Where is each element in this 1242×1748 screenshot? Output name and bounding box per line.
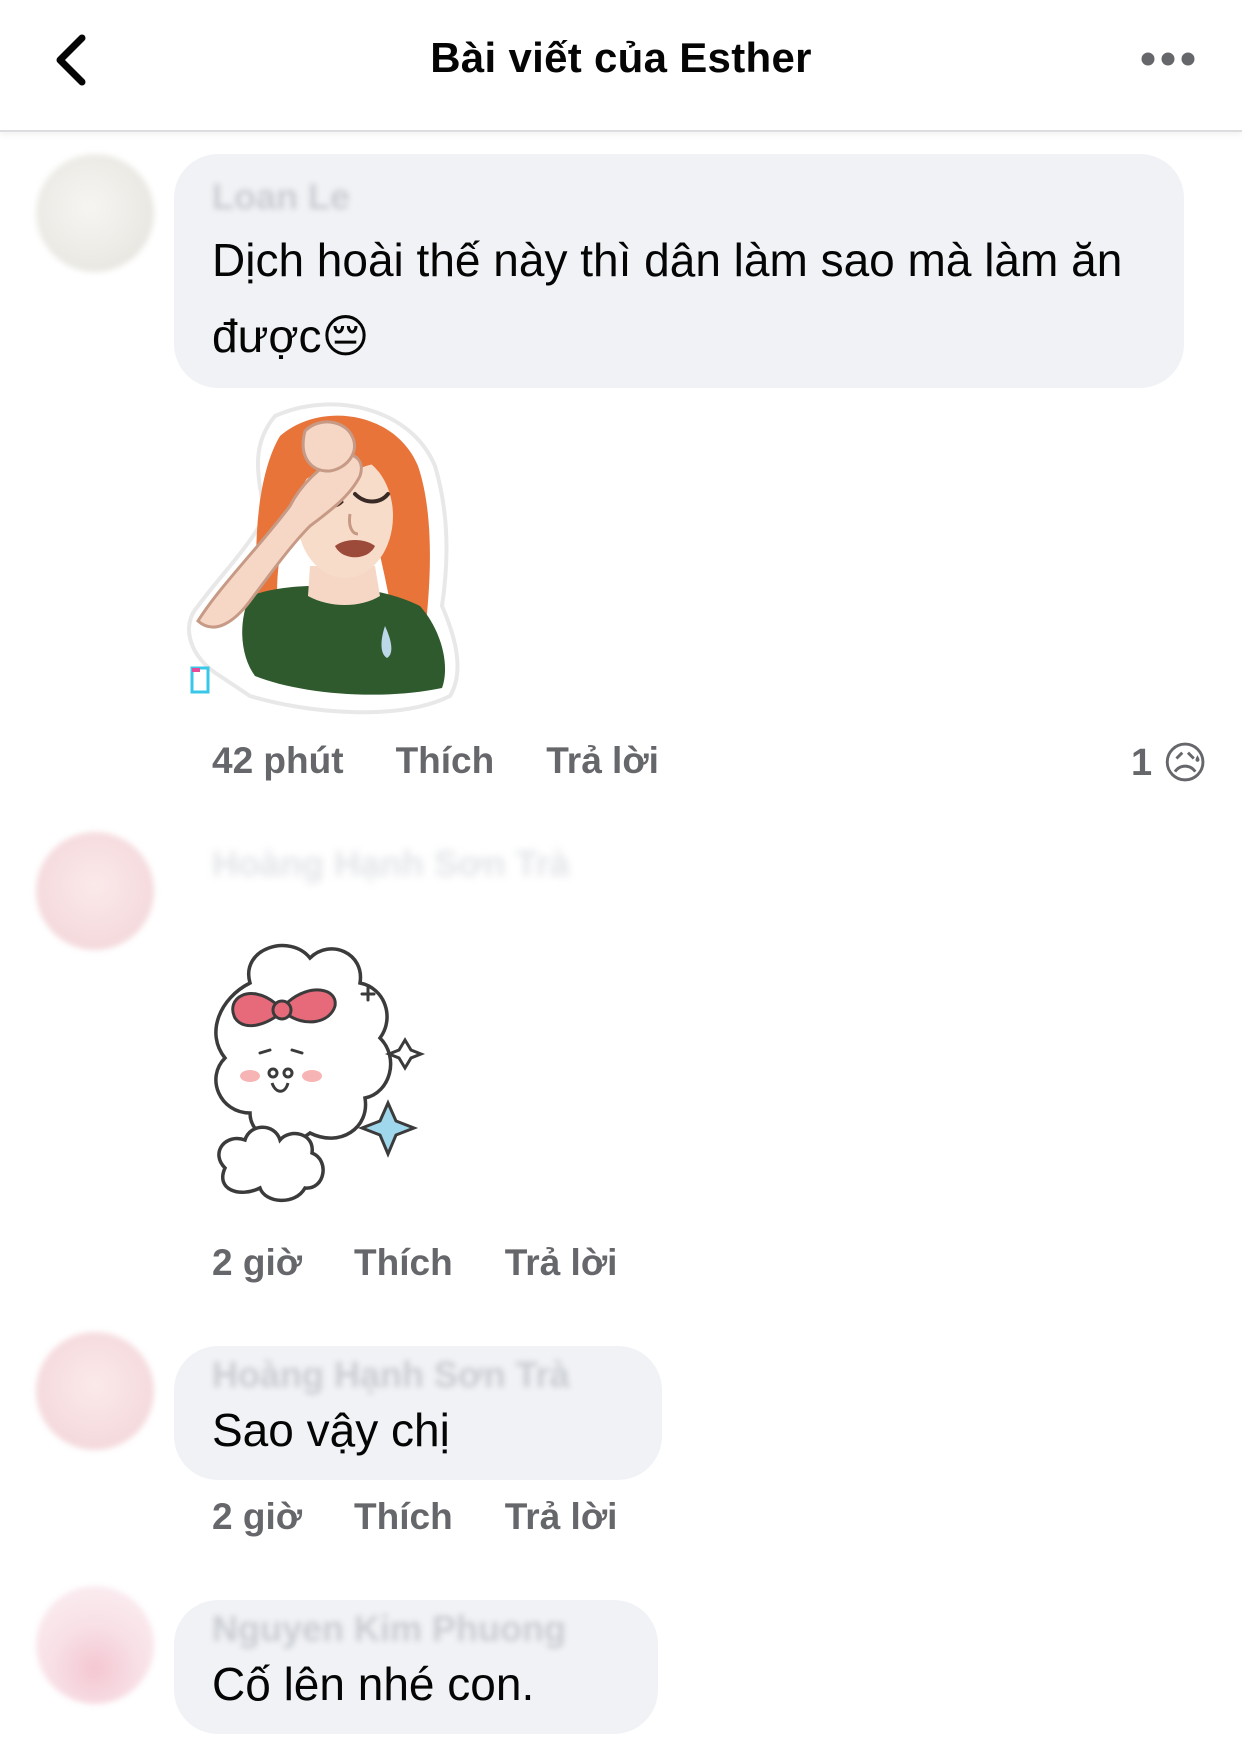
- reply-button[interactable]: Trả lời: [546, 740, 659, 782]
- comment-bubble: Loan Le Dịch hoài thế này thì dân làm sa…: [174, 154, 1184, 388]
- comment-timestamp: 2 giờ: [212, 1242, 303, 1283]
- reply-button[interactable]: Trả lời: [505, 1242, 618, 1284]
- top-bar: Bài viết của Esther: [0, 0, 1242, 132]
- comment-text: Sao vậy chị: [212, 1404, 450, 1456]
- like-button[interactable]: Thích: [354, 1496, 453, 1538]
- sad-reaction-icon: 😥: [1162, 739, 1208, 788]
- comment-author[interactable]: Hoàng Hạnh Sơn Trà: [212, 843, 570, 885]
- avatar[interactable]: [36, 1586, 154, 1704]
- like-button[interactable]: Thích: [354, 1242, 453, 1284]
- reaction-count: 1: [1130, 742, 1153, 784]
- comment-actions: 2 giờ Thích Trả lời: [212, 1496, 617, 1538]
- comment-timestamp: 42 phút: [212, 740, 344, 781]
- comment-sticker[interactable]: [180, 396, 500, 716]
- comment-actions: 2 giờ Thích Trả lời: [212, 1242, 617, 1284]
- comment-sticker[interactable]: [180, 928, 480, 1228]
- comment-timestamp: 2 giờ: [212, 1496, 303, 1537]
- comment-text: Cố lên nhé con.: [212, 1658, 535, 1710]
- like-button[interactable]: Thích: [396, 740, 495, 782]
- comment-bubble: Hoàng Hạnh Sơn Trà Sao vậy chị: [174, 1346, 662, 1480]
- comment-author[interactable]: Nguyen Kim Phuong: [212, 1608, 566, 1650]
- comment-actions: 42 phút Thích Trả lời: [212, 740, 659, 782]
- sticker-woman-image: [187, 402, 460, 715]
- avatar[interactable]: [36, 1332, 154, 1450]
- sticker-fluffy-image: [214, 943, 426, 1203]
- reply-button[interactable]: Trả lời: [505, 1496, 618, 1538]
- more-options-button[interactable]: [1138, 44, 1198, 74]
- more-horizontal-icon: [1141, 52, 1195, 66]
- avatar[interactable]: [36, 832, 154, 950]
- comment-author[interactable]: Loan Le: [212, 176, 350, 218]
- page-title: Bài viết của Esther: [430, 34, 812, 81]
- comment-bubble: Nguyen Kim Phuong Cố lên nhé con.: [174, 1600, 658, 1734]
- reaction-summary[interactable]: 1 😥: [1131, 738, 1208, 789]
- avatar[interactable]: [36, 154, 154, 272]
- comment-author[interactable]: Hoàng Hạnh Sơn Trà: [212, 1354, 570, 1396]
- comment-text: Dịch hoài thế này thì dân làm sao mà làm…: [212, 234, 1123, 362]
